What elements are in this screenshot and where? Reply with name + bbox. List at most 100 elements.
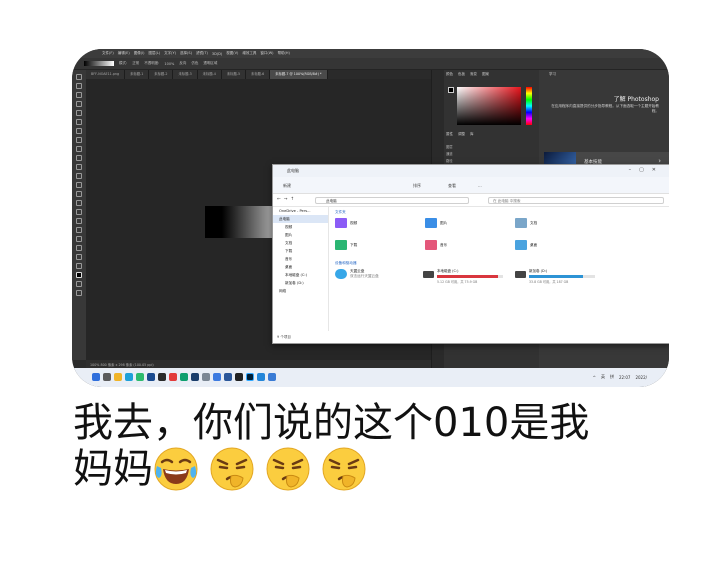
menu-item[interactable]: 窗口(W): [260, 51, 273, 56]
menu-item[interactable]: 文字(Y): [164, 51, 176, 56]
menu-item[interactable]: 选择(S): [180, 51, 192, 56]
option-checkbox[interactable]: 仿色: [191, 61, 198, 66]
photoshop-icon[interactable]: [246, 373, 254, 381]
panel-tab[interactable]: 色板: [458, 72, 465, 77]
document-tab[interactable]: 未标题-3: [173, 70, 198, 79]
blur-tool-icon[interactable]: [76, 191, 82, 197]
menu-item[interactable]: 视图(V): [226, 51, 238, 56]
search-input[interactable]: 在 此电脑 中搜索: [488, 197, 664, 204]
sidebar-item-desktop[interactable]: 桌面: [273, 263, 328, 271]
menu-item[interactable]: 图层(L): [148, 51, 160, 56]
option-checkbox[interactable]: 透明区域: [203, 61, 217, 66]
input-method[interactable]: 英: [601, 374, 605, 380]
view-button[interactable]: 查看: [448, 183, 456, 189]
date[interactable]: 2022/: [635, 375, 647, 380]
gradient-tool-icon[interactable]: [76, 182, 82, 188]
terminal-icon[interactable]: [235, 373, 243, 381]
word-icon[interactable]: [224, 373, 232, 381]
tray-expand-icon[interactable]: ^: [593, 375, 596, 380]
menu-item[interactable]: 编辑(E): [118, 51, 130, 56]
panel-tab[interactable]: 图案: [482, 72, 489, 77]
address-bar[interactable]: 此电脑: [315, 197, 469, 204]
task-view-icon[interactable]: [103, 373, 111, 381]
dodge-tool-icon[interactable]: [76, 200, 82, 206]
move-tool-icon[interactable]: [76, 74, 82, 80]
folder-item[interactable]: 视频: [335, 218, 357, 228]
color-picker-field[interactable]: [457, 87, 521, 125]
path-select-icon[interactable]: [76, 227, 82, 233]
folders-header[interactable]: 文件夹: [335, 209, 669, 216]
option-checkbox[interactable]: 反向: [179, 61, 186, 66]
new-button[interactable]: 新建: [283, 183, 291, 189]
menu-item[interactable]: 滤镜(T): [196, 51, 208, 56]
gradient-swatch[interactable]: [84, 61, 114, 66]
steam-icon[interactable]: [191, 373, 199, 381]
healing-brush-icon[interactable]: [76, 137, 82, 143]
shape-tool-icon[interactable]: [76, 236, 82, 242]
pen-tool-icon[interactable]: [76, 209, 82, 215]
more-button[interactable]: ...: [478, 183, 482, 188]
foreground-color-icon[interactable]: [76, 272, 82, 278]
panel-tab[interactable]: 属性: [446, 132, 453, 137]
document-tab[interactable]: 未标题-2: [149, 70, 174, 79]
wechat-icon[interactable]: [180, 373, 188, 381]
document-tab-active[interactable]: 未标题-7 @ 100%(RGB/8#) *: [270, 70, 328, 79]
crop-tool-icon[interactable]: [76, 110, 82, 116]
app-icon[interactable]: [202, 373, 210, 381]
stamp-tool-icon[interactable]: [76, 155, 82, 161]
menu-item[interactable]: 文件(F): [102, 51, 114, 56]
hand-tool-icon[interactable]: [76, 245, 82, 251]
sidebar-item-network[interactable]: 网络: [273, 287, 328, 295]
app-icon[interactable]: [158, 373, 166, 381]
sidebar-item-pictures[interactable]: 图片: [273, 231, 328, 239]
menu-item[interactable]: 图像(I): [134, 51, 145, 56]
app-icon[interactable]: [213, 373, 221, 381]
vscode-icon[interactable]: [257, 373, 265, 381]
brush-tool-icon[interactable]: [76, 146, 82, 152]
hue-slider[interactable]: [526, 87, 532, 125]
chrome-icon[interactable]: [136, 373, 144, 381]
sidebar-item-this-pc[interactable]: 此电脑: [273, 215, 328, 223]
devices-header[interactable]: 设备和驱动器: [335, 260, 669, 267]
clock[interactable]: 22:07: [619, 375, 631, 380]
input-method[interactable]: 拼: [610, 374, 614, 380]
folder-item[interactable]: 图片: [425, 218, 447, 228]
learn-header[interactable]: 学习: [549, 72, 556, 77]
sidebar-item-videos[interactable]: 视频: [273, 223, 328, 231]
screen-mode-icon[interactable]: [76, 290, 82, 296]
app-icon[interactable]: [147, 373, 155, 381]
option-value[interactable]: 100%: [164, 62, 174, 66]
channels-tab[interactable]: 通道: [446, 151, 536, 158]
sort-button[interactable]: 排序: [413, 183, 421, 189]
sidebar-item-drive-d[interactable]: 新加卷 (D:): [273, 279, 328, 287]
folder-item[interactable]: 下载: [335, 240, 357, 250]
quick-mask-icon[interactable]: [76, 281, 82, 287]
history-brush-icon[interactable]: [76, 164, 82, 170]
sidebar-item-documents[interactable]: 文档: [273, 239, 328, 247]
document-tab[interactable]: 未标题-6: [246, 70, 271, 79]
navigation-arrows-icon[interactable]: ←→↑: [277, 197, 297, 202]
sidebar-item-downloads[interactable]: 下载: [273, 247, 328, 255]
menu-item[interactable]: 3D(D): [212, 52, 222, 56]
document-tab[interactable]: 未标题-5: [221, 70, 247, 79]
cloud-drive-item[interactable]: 天翼云盘 双击运行天翼云盘: [335, 269, 379, 279]
search-icon[interactable]: [92, 373, 100, 381]
option-value[interactable]: 正常: [132, 61, 139, 66]
more-tools-icon[interactable]: [76, 263, 82, 269]
foreground-swatch[interactable]: [448, 87, 454, 93]
sidebar-item-drive-c[interactable]: 本地磁盘 (C:): [273, 271, 328, 279]
lasso-tool-icon[interactable]: [76, 92, 82, 98]
panel-tab[interactable]: 调整: [458, 132, 465, 137]
edge-icon[interactable]: [125, 373, 133, 381]
folder-item[interactable]: 桌面: [515, 240, 537, 250]
marquee-tool-icon[interactable]: [76, 83, 82, 89]
panel-tab[interactable]: 库: [470, 132, 474, 137]
document-tab[interactable]: 未标题-1: [125, 70, 150, 79]
menu-item[interactable]: 帮助(H): [278, 51, 290, 56]
document-tab[interactable]: 未标题-4: [197, 70, 222, 79]
app-icon[interactable]: [268, 373, 276, 381]
magic-wand-icon[interactable]: [76, 101, 82, 107]
zoom-tool-icon[interactable]: [76, 254, 82, 260]
frame-tool-icon[interactable]: [76, 119, 82, 125]
window-controls-icon[interactable]: –▢✕: [629, 167, 664, 173]
